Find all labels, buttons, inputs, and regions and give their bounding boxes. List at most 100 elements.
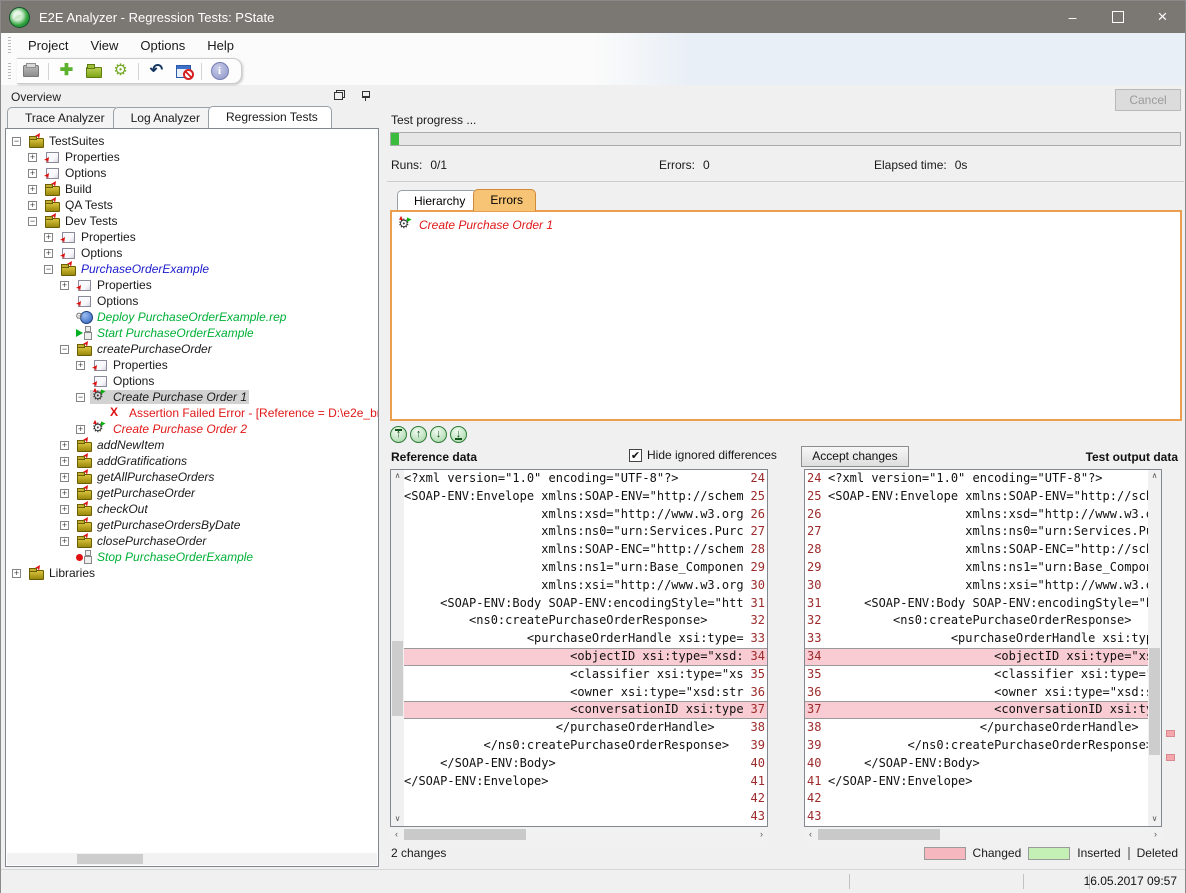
tree-item[interactable]: + QA Tests — [6, 197, 364, 213]
tree-toggle[interactable]: + — [60, 537, 69, 546]
tree-toggle[interactable]: + — [76, 425, 85, 434]
tree-horizontal-scrollbar[interactable] — [7, 853, 377, 865]
tree-toggle[interactable]: + — [12, 569, 21, 578]
overview-tab[interactable]: Regression Tests — [208, 106, 332, 128]
tree-item[interactable]: Options — [6, 293, 364, 309]
close-button[interactable]: × — [1140, 1, 1185, 33]
reference-vertical-scrollbar[interactable]: ∧ ∨ — [391, 470, 404, 826]
scrollbar-thumb[interactable] — [1149, 648, 1160, 755]
tree-toggle[interactable]: + — [76, 361, 85, 370]
output-vertical-scrollbar[interactable]: ∧ ∨ — [1148, 470, 1161, 826]
tree-item[interactable]: Stop PurchaseOrderExample — [6, 549, 364, 565]
stop-session-button[interactable] — [174, 62, 193, 81]
result-tab[interactable]: Errors — [473, 189, 536, 211]
info-button[interactable]: i — [210, 62, 229, 81]
tree-toggle[interactable]: − — [28, 217, 37, 226]
tree-toggle[interactable]: − — [44, 265, 53, 274]
menu-grip-handle[interactable] — [8, 37, 11, 53]
tree-item[interactable]: + Options — [6, 165, 364, 181]
tree-toggle[interactable]: + — [60, 281, 69, 290]
overview-tab[interactable]: Log Analyzer — [113, 107, 214, 128]
tree-toggle[interactable]: − — [12, 137, 21, 146]
tree-item[interactable]: + Options — [6, 245, 364, 261]
tree-toggle[interactable]: + — [60, 457, 69, 466]
scrollbar-thumb[interactable] — [404, 829, 526, 840]
diff-nav-button[interactable]: ↓ — [430, 426, 447, 443]
diff-nav-button[interactable]: ↓ — [450, 426, 467, 443]
scroll-left-icon[interactable]: ‹ — [804, 828, 817, 841]
tree-toggle[interactable]: + — [60, 441, 69, 450]
menu-item[interactable]: Project — [17, 35, 79, 56]
scrollbar-thumb[interactable] — [77, 854, 143, 864]
menu-item[interactable]: Options — [129, 35, 196, 56]
tree-item[interactable]: Assertion Failed Error - [Reference = D:… — [6, 405, 364, 421]
tree-toggle[interactable]: + — [28, 185, 37, 194]
tree-toggle[interactable]: + — [60, 521, 69, 530]
settings-button[interactable]: ⚙ — [111, 62, 130, 81]
scrollbar-thumb[interactable] — [392, 641, 403, 716]
tree-item[interactable]: + Properties — [6, 277, 364, 293]
tree-item[interactable]: + addGratifications — [6, 453, 364, 469]
output-horizontal-scrollbar[interactable]: ‹ › — [804, 828, 1162, 841]
tree-toggle[interactable]: + — [60, 473, 69, 482]
open-button[interactable] — [84, 62, 103, 81]
hide-ignored-checkbox[interactable]: ✔ — [629, 449, 642, 462]
pin-panel-icon[interactable] — [361, 90, 371, 101]
tree-item[interactable]: + Properties — [6, 149, 364, 165]
cancel-button[interactable]: Cancel — [1115, 89, 1181, 111]
scrollbar-thumb[interactable] — [818, 829, 940, 840]
tree-item[interactable]: + getAllPurchaseOrders — [6, 469, 364, 485]
tree-toggle[interactable]: + — [28, 201, 37, 210]
tree-item[interactable]: − Create Purchase Order 1 — [6, 389, 364, 405]
tree-toggle[interactable]: + — [28, 153, 37, 162]
tree-toggle[interactable]: + — [44, 233, 53, 242]
tree-item[interactable]: Deploy PurchaseOrderExample.rep — [6, 309, 364, 325]
reference-horizontal-scrollbar[interactable]: ‹ › — [390, 828, 768, 841]
tree-item[interactable]: − createPurchaseOrder — [6, 341, 364, 357]
new-button[interactable]: ✚ — [57, 62, 76, 81]
tree-toggle[interactable]: + — [60, 489, 69, 498]
tree-toggle[interactable]: + — [60, 505, 69, 514]
print-button[interactable] — [21, 62, 40, 81]
tree-toggle[interactable]: + — [28, 169, 37, 178]
tree-item[interactable]: + Libraries — [6, 565, 364, 581]
tree-item[interactable]: + getPurchaseOrdersByDate — [6, 517, 364, 533]
accept-changes-button[interactable]: Accept changes — [801, 446, 909, 467]
scroll-down-icon[interactable]: ∨ — [391, 813, 404, 826]
change-marker[interactable] — [1166, 754, 1175, 761]
tree-item[interactable]: − TestSuites — [6, 133, 364, 149]
tree-toggle[interactable]: − — [60, 345, 69, 354]
maximize-button[interactable] — [1095, 1, 1140, 33]
tree-item[interactable]: + Properties — [6, 229, 364, 245]
tree-item[interactable]: − Dev Tests — [6, 213, 364, 229]
scroll-up-icon[interactable]: ∧ — [391, 470, 404, 483]
scroll-down-icon[interactable]: ∨ — [1148, 813, 1161, 826]
tree-item[interactable]: + Create Purchase Order 2 — [6, 421, 364, 437]
tree-item[interactable]: − PurchaseOrderExample — [6, 261, 364, 277]
scroll-right-icon[interactable]: › — [755, 828, 768, 841]
tree-item[interactable]: + getPurchaseOrder — [6, 485, 364, 501]
tree-toggle[interactable]: + — [44, 249, 53, 258]
error-list-item[interactable]: Create Purchase Order 1 — [398, 218, 1180, 232]
tree-item[interactable]: + closePurchaseOrder — [6, 533, 364, 549]
diff-nav-button[interactable]: ↑ — [390, 426, 407, 443]
menu-item[interactable]: Help — [196, 35, 245, 56]
tree-item[interactable]: + checkOut — [6, 501, 364, 517]
tree-item[interactable]: + Build — [6, 181, 364, 197]
minimize-button[interactable]: – — [1050, 1, 1095, 33]
scroll-left-icon[interactable]: ‹ — [390, 828, 403, 841]
tree-toggle[interactable]: − — [76, 393, 85, 402]
float-panel-icon[interactable] — [334, 90, 345, 100]
tree-item[interactable]: Options — [6, 373, 364, 389]
undo-button[interactable]: ↶ — [147, 62, 166, 81]
tree-item[interactable]: + addNewItem — [6, 437, 364, 453]
change-marker[interactable] — [1166, 730, 1175, 737]
menu-item[interactable]: View — [79, 35, 129, 56]
overview-tab[interactable]: Trace Analyzer — [7, 107, 119, 128]
tree-item[interactable]: Start PurchaseOrderExample — [6, 325, 364, 341]
result-tab[interactable]: Hierarchy — [397, 190, 478, 211]
diff-nav-button[interactable]: ↑ — [410, 426, 427, 443]
scroll-up-icon[interactable]: ∧ — [1148, 470, 1161, 483]
tree-item[interactable]: + Properties — [6, 357, 364, 373]
scroll-right-icon[interactable]: › — [1149, 828, 1162, 841]
